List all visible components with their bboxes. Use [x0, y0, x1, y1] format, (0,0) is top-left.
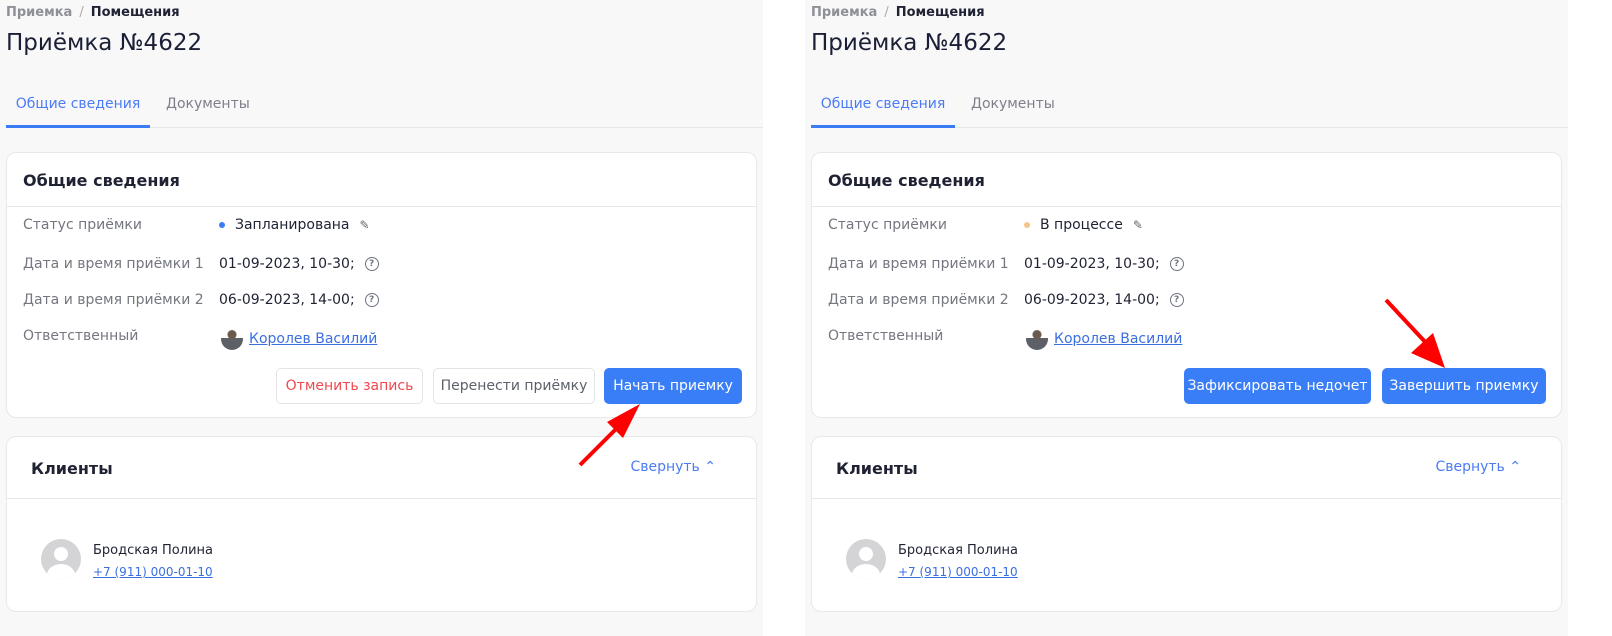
red-arrow-icon [578, 404, 640, 467]
red-arrow-icon [1384, 298, 1445, 368]
annotation-arrows [578, 298, 1445, 467]
